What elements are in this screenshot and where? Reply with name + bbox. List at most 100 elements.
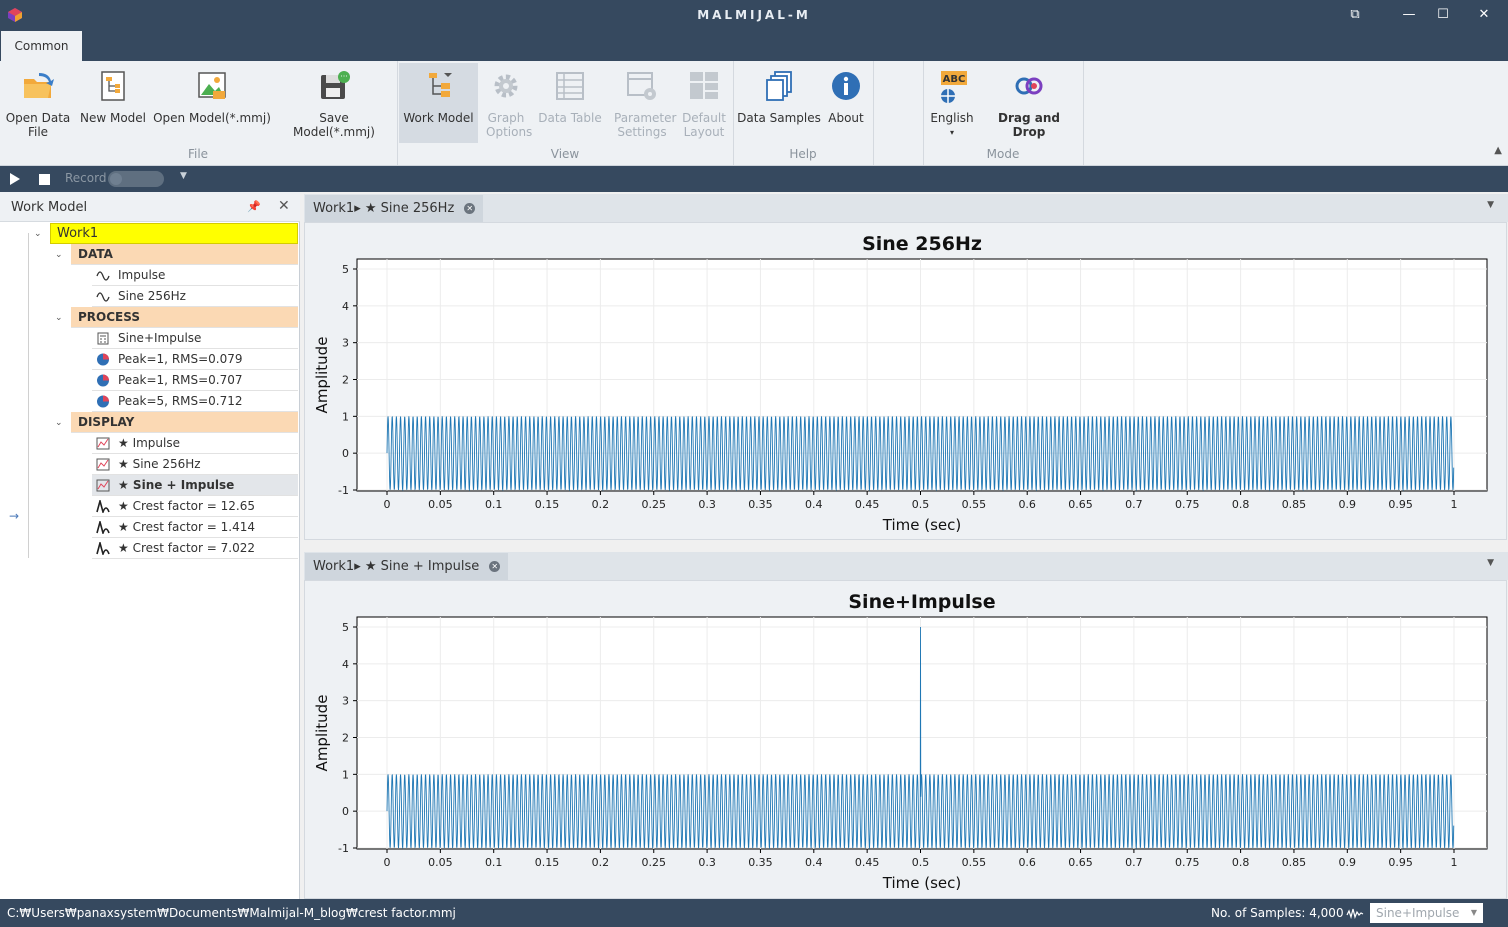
x-tick-label: 1 [1451, 498, 1458, 511]
data-table-button[interactable]: Data Table [536, 63, 604, 143]
tree-item-peak-rms[interactable]: Peak=5, RMS=0.712 [92, 391, 298, 412]
x-tick-label: 0.45 [855, 498, 880, 511]
open-data-file-button[interactable]: Open Data File [2, 63, 74, 143]
tree-section-data[interactable]: DATA [71, 244, 298, 265]
tree-item-crest-factor[interactable]: ★ Crest factor = 1.414 [92, 517, 298, 538]
record-label: Record [65, 171, 107, 185]
document-tab[interactable]: Work1▸ ★ Sine + Impulse ✕ [305, 553, 509, 580]
title-bar: MALMIJAL-M ⧉ — ☐ ✕ [0, 0, 1508, 30]
tree-item-peak-rms[interactable]: Peak=1, RMS=0.079 [92, 349, 298, 370]
x-tick-label: 0.15 [535, 856, 560, 869]
waveform-icon [96, 271, 110, 281]
document-tab[interactable]: Work1▸ ★ Sine 256Hz ✕ [305, 195, 484, 222]
tree-item-display-sine[interactable]: ★ Sine 256Hz [92, 454, 298, 475]
chart-sine-256hz[interactable]: 0 0.05 0.1 0.15 0.2 0.25 0.3 0.35 0.4 0.45 0.5 0.55… [305, 223, 1506, 539]
chart-sine-plus-impulse[interactable]: 0 0.05 0.1 0.15 0.2 0.25 0.3 0.35 0.4 0.45 0.5 0.55… [305, 581, 1506, 898]
record-dropdown-icon[interactable]: ▼ [180, 171, 187, 181]
data-samples-label: Data Samples [737, 111, 821, 125]
x-tick-label: 0.65 [1068, 498, 1093, 511]
default-layout-button[interactable]: Default Layout [678, 63, 730, 143]
tab-close-icon[interactable]: ✕ [489, 561, 501, 572]
x-tick-label: 0.55 [962, 498, 987, 511]
group-label-view: View [550, 147, 580, 161]
document-menu-icon[interactable]: ▼ [1487, 558, 1494, 568]
record-toggle[interactable] [108, 171, 164, 187]
expand-display-icon[interactable]: ⌄ [55, 418, 63, 428]
graph-options-label: Graph Options [486, 111, 533, 139]
stop-icon[interactable] [39, 174, 50, 185]
data-samples-button[interactable]: Data Samples [737, 63, 821, 143]
group-label-file: File [187, 147, 209, 161]
x-tick-label: 0.55 [962, 856, 987, 869]
language-button[interactable]: ABC English ▾ [926, 63, 978, 143]
x-tick-label: 0 [384, 498, 391, 511]
save-model-button[interactable]: ··· Save Model(*.mmj) [277, 63, 391, 143]
tree-root-work1[interactable]: Work1 [50, 223, 298, 244]
tree-item-crest-factor[interactable]: ★ Crest factor = 7.022 [92, 538, 298, 559]
x-tick-label: 0.75 [1175, 856, 1200, 869]
tree-item-label: Peak=1, RMS=0.079 [118, 352, 243, 366]
close-button[interactable]: ✕ [1474, 5, 1494, 25]
x-tick-label: 0.15 [535, 498, 560, 511]
tab-close-icon[interactable]: ✕ [464, 203, 476, 214]
y-tick-label: 4 [342, 300, 349, 313]
tree-item-crest-factor[interactable]: ★ Crest factor = 12.65 [92, 496, 298, 517]
tree-item-label: Sine 256Hz [118, 289, 186, 303]
graph-options-button[interactable]: Graph Options [480, 63, 532, 143]
panel-close-icon[interactable]: ✕ [278, 198, 290, 214]
x-tick-label: 0.95 [1388, 856, 1413, 869]
tree-item-display-impulse[interactable]: ★ Impulse [92, 433, 298, 454]
open-model-button[interactable]: Open Model(*.mmj) [152, 63, 272, 143]
parameter-settings-icon [627, 72, 656, 100]
x-tick-label: 0.3 [698, 856, 716, 869]
about-label: About [828, 111, 864, 125]
x-tick-label: 0.95 [1388, 498, 1413, 511]
parameter-settings-button[interactable]: Parameter Settings [608, 63, 676, 143]
app-title: MALMIJAL-M [697, 8, 811, 22]
restore-layout-button[interactable]: ⧉ [1345, 5, 1365, 25]
ribbon-separator [873, 61, 874, 165]
work-model-button[interactable]: Work Model [399, 63, 478, 143]
tree-item-peak-rms[interactable]: Peak=1, RMS=0.707 [92, 370, 298, 391]
tree-guide-line [28, 233, 29, 558]
about-button[interactable]: About [823, 63, 869, 143]
section-label: DATA [78, 247, 113, 261]
y-tick-label: 0 [342, 805, 349, 818]
tree-section-display[interactable]: DISPLAY [71, 412, 298, 433]
display-select[interactable]: Sine+Impulse ▼ [1370, 903, 1483, 923]
play-icon[interactable] [9, 172, 21, 186]
x-tick-label: 0.1 [485, 856, 503, 869]
language-dropdown-arrow: ▾ [949, 128, 954, 137]
pin-icon[interactable]: 📌 [247, 200, 261, 213]
expand-process-icon[interactable]: ⌄ [55, 313, 63, 323]
tree-item-label: ★ Crest factor = 1.414 [118, 520, 255, 534]
table-icon [556, 72, 584, 100]
expand-root-icon[interactable]: ⌄ [34, 229, 42, 239]
document-menu-icon[interactable]: ▼ [1487, 200, 1494, 210]
tree-item-impulse[interactable]: Impulse [92, 265, 298, 286]
ribbon-tab-bar: Common [0, 30, 1508, 61]
chart-title: Sine+Impulse [848, 591, 995, 613]
open-model-icon [198, 72, 226, 99]
drag-and-drop-button[interactable]: Drag and Drop [980, 63, 1078, 143]
tree-section-process[interactable]: PROCESS [71, 307, 298, 328]
minimize-button[interactable]: — [1399, 5, 1419, 25]
svg-text:···: ··· [340, 72, 348, 81]
tree-item-sine-plus-impulse[interactable]: Sine+Impulse [92, 328, 298, 349]
x-tick-label: 0.7 [1125, 856, 1143, 869]
line-chart-icon [96, 437, 110, 450]
tab-common[interactable]: Common [1, 31, 82, 61]
tree-item-display-sine-impulse-selected[interactable]: ★ Sine + Impulse [92, 475, 298, 496]
ribbon-collapse-icon[interactable]: ▲ [1494, 145, 1502, 156]
current-row-arrow-icon: → [9, 509, 20, 523]
expand-data-icon[interactable]: ⌄ [55, 250, 63, 260]
line-chart-icon [96, 458, 110, 471]
new-model-button[interactable]: New Model [78, 63, 148, 143]
x-tick-label: 0.65 [1068, 856, 1093, 869]
tree-item-sine-256hz[interactable]: Sine 256Hz [92, 286, 298, 307]
maximize-button[interactable]: ☐ [1433, 5, 1453, 25]
tree-item-label: Peak=1, RMS=0.707 [118, 373, 243, 387]
pie-chart-icon [97, 353, 109, 366]
chevron-down-icon: ▼ [1470, 908, 1477, 917]
file-path: C:₩Users₩panaxsystem₩Documents₩Malmijal-… [7, 906, 456, 920]
